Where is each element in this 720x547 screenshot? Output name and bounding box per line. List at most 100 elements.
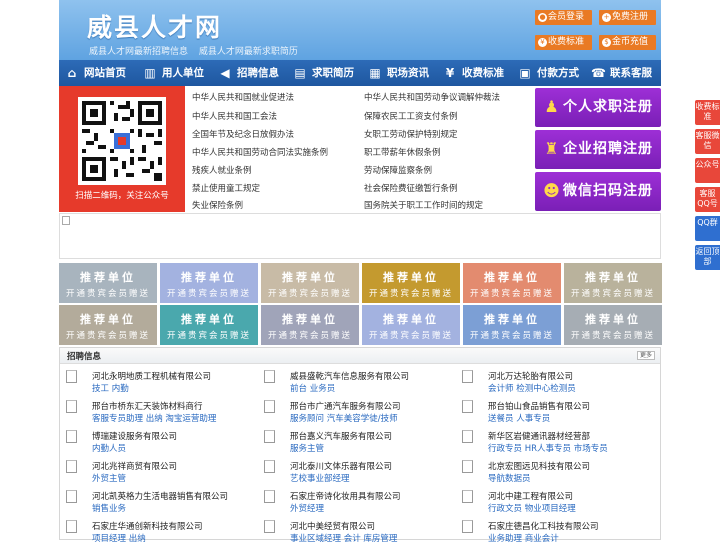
company-name-link[interactable]: 河北万达轮胎有限公司 — [488, 370, 573, 382]
company-logo-placeholder[interactable] — [66, 400, 77, 413]
recommend-tile[interactable]: 推荐单位 开通贵宾会员赠送 — [59, 305, 157, 345]
latest-resumes-link[interactable]: 威县人才网最新求职简历 — [199, 47, 298, 57]
job-positions-link[interactable]: 服务主管 — [290, 442, 324, 454]
job-positions-link[interactable]: 销售业务 — [92, 502, 126, 514]
recommend-tile[interactable]: 推荐单位 开通贵宾会员赠送 — [362, 263, 460, 303]
job-positions-link[interactable]: 会计师 检测中心检测员 — [488, 382, 576, 394]
company-name-link[interactable]: 河北兆祥商贸有限公司 — [92, 460, 177, 472]
company-name-link[interactable]: 河北中建工程有限公司 — [488, 490, 573, 502]
company-logo-placeholder[interactable] — [462, 400, 473, 413]
company-logo-placeholder[interactable] — [264, 520, 275, 533]
jobseeker-register-button[interactable]: ♟ 个人求职注册 — [535, 88, 661, 127]
free-register-button[interactable]: + 免费注册 — [599, 10, 656, 25]
law-link[interactable]: 国务院关于职工工作时间的规定 — [364, 199, 483, 211]
law-link[interactable]: 中华人民共和国就业促进法 — [192, 91, 294, 103]
recommend-tile[interactable]: 推荐单位 开通贵宾会员赠送 — [463, 305, 561, 345]
company-logo-placeholder[interactable] — [462, 490, 473, 503]
recommend-tile[interactable]: 推荐单位 开通贵宾会员赠送 — [160, 305, 258, 345]
nav-home[interactable]: ⌂ 网站首页 — [63, 60, 126, 86]
company-name-link[interactable]: 石家庄德昌化工科技有限公司 — [488, 520, 599, 532]
recommend-tile[interactable]: 推荐单位 开通贵宾会员赠送 — [160, 263, 258, 303]
law-link[interactable]: 中华人民共和国工会法 — [192, 110, 277, 122]
recommend-tile[interactable]: 推荐单位 开通贵宾会员赠送 — [261, 263, 359, 303]
company-logo-placeholder[interactable] — [264, 430, 275, 443]
company-logo-placeholder[interactable] — [264, 490, 275, 503]
nav-resumes[interactable]: ▤ 求职简历 — [291, 60, 354, 86]
company-name-link[interactable]: 新华区岩健通讯器材经营部 — [488, 430, 590, 442]
member-login-button[interactable]: ● 会员登录 — [535, 10, 592, 25]
company-logo-placeholder[interactable] — [264, 400, 275, 413]
law-link[interactable]: 女职工劳动保护特别规定 — [364, 128, 458, 140]
recommend-tile[interactable]: 推荐单位 开通贵宾会员赠送 — [261, 305, 359, 345]
job-positions-link[interactable]: 内勤人员 — [92, 442, 126, 454]
company-logo-placeholder[interactable] — [66, 370, 77, 383]
job-positions-link[interactable]: 客服专员助理 出纳 淘宝运营助理 — [92, 412, 216, 424]
company-name-link[interactable]: 邢台嘉义汽车服务有限公司 — [290, 430, 392, 442]
company-logo-placeholder[interactable] — [66, 460, 77, 473]
sidebar-service-wechat[interactable]: 客服微信 — [695, 129, 720, 154]
company-name-link[interactable]: 河北永明地质工程机械有限公司 — [92, 370, 211, 382]
nav-contact[interactable]: ☎ 联系客服 — [589, 60, 652, 86]
company-logo-placeholder[interactable] — [462, 520, 473, 533]
recommend-tile[interactable]: 推荐单位 开通贵宾会员赠送 — [564, 263, 662, 303]
job-positions-link[interactable]: 前台 业务员 — [290, 382, 335, 394]
latest-jobs-link[interactable]: 威县人才网最新招聘信息 — [89, 47, 188, 57]
law-link[interactable]: 中华人民共和国劳动合同法实施条例 — [192, 146, 328, 158]
company-name-link[interactable]: 河北泰川文体乐器有限公司 — [290, 460, 392, 472]
company-logo-placeholder[interactable] — [462, 430, 473, 443]
company-name-link[interactable]: 邢台铂山食品销售有限公司 — [488, 400, 590, 412]
job-positions-link[interactable]: 技工 内勤 — [92, 382, 129, 394]
law-link[interactable]: 职工带薪年休假条例 — [364, 146, 441, 158]
sidebar-fees[interactable]: 收费标准 — [695, 100, 720, 125]
company-name-link[interactable]: 河北中美经贸有限公司 — [290, 520, 375, 532]
law-link[interactable]: 禁止使用童工规定 — [192, 182, 260, 194]
sidebar-official-account[interactable]: 公众号 — [695, 158, 720, 183]
company-name-link[interactable]: 石家庄华通创新科技有限公司 — [92, 520, 203, 532]
company-name-link[interactable]: 河北凯英格力生活电器销售有限公司 — [92, 490, 228, 502]
wechat-register-button[interactable]: ☻ 微信扫码注册 — [535, 172, 661, 211]
sidebar-service-qq[interactable]: 客服QQ号 — [695, 187, 720, 212]
employer-register-button[interactable]: ♜ 企业招聘注册 — [535, 130, 661, 169]
nav-payment[interactable]: ▣ 付款方式 — [516, 60, 579, 86]
law-link[interactable]: 残疾人就业条例 — [192, 164, 252, 176]
recommend-tile[interactable]: 推荐单位 开通贵宾会员赠送 — [564, 305, 662, 345]
company-name-link[interactable]: 石家庄帝诗化妆用具有限公司 — [290, 490, 401, 502]
job-positions-link[interactable]: 服务顾问 汽车美容学徒/技师 — [290, 412, 398, 424]
more-button[interactable]: 更多 — [637, 351, 655, 360]
fee-standard-button[interactable]: ¥ 收费标准 — [535, 35, 592, 50]
company-name-link[interactable]: 邢台市广通汽车服务有限公司 — [290, 400, 401, 412]
company-logo-placeholder[interactable] — [264, 460, 275, 473]
recommend-tile[interactable]: 推荐单位 开通贵宾会员赠送 — [463, 263, 561, 303]
job-positions-link[interactable]: 外贸主管 — [92, 472, 126, 484]
job-positions-link[interactable]: 送餐员 人事专员 — [488, 412, 550, 424]
nav-fees[interactable]: ¥ 收费标准 — [441, 60, 504, 86]
job-positions-link[interactable]: 艺校事业部经理 — [290, 472, 350, 484]
job-positions-link[interactable]: 导航数据员 — [488, 472, 531, 484]
company-logo-placeholder[interactable] — [462, 370, 473, 383]
law-link[interactable]: 中华人民共和国劳动争议调解仲裁法 — [364, 91, 500, 103]
recommend-tile[interactable]: 推荐单位 开通贵宾会员赠送 — [59, 263, 157, 303]
company-logo-placeholder[interactable] — [66, 520, 77, 533]
law-link[interactable]: 全国年节及纪念日放假办法 — [192, 128, 294, 140]
company-name-link[interactable]: 威县盛乾汽车信息服务有限公司 — [290, 370, 409, 382]
job-positions-link[interactable]: 业务助理 商业会计 — [488, 532, 559, 544]
job-positions-link[interactable]: 行政专员 HR人事专员 市场专员 — [488, 442, 608, 454]
site-title[interactable]: 威县人才网 — [87, 8, 222, 44]
sidebar-qq-group[interactable]: QQ群 — [695, 216, 720, 241]
nav-employers[interactable]: ▥ 用人单位 — [141, 60, 204, 86]
nav-news[interactable]: ▦ 职场资讯 — [366, 60, 429, 86]
law-link[interactable]: 劳动保障监察条例 — [364, 164, 432, 176]
company-logo-placeholder[interactable] — [66, 490, 77, 503]
company-logo-placeholder[interactable] — [66, 430, 77, 443]
law-link[interactable]: 失业保险条例 — [192, 199, 243, 211]
company-logo-placeholder[interactable] — [264, 370, 275, 383]
job-positions-link[interactable]: 外贸经理 — [290, 502, 324, 514]
company-name-link[interactable]: 北京宏图远见科技有限公司 — [488, 460, 590, 472]
job-positions-link[interactable]: 行政文员 物业项目经理 — [488, 502, 576, 514]
coin-recharge-button[interactable]: $ 金币充值 — [599, 35, 656, 50]
recommend-tile[interactable]: 推荐单位 开通贵宾会员赠送 — [362, 305, 460, 345]
law-link[interactable]: 社会保险费征缴暂行条例 — [364, 182, 458, 194]
company-name-link[interactable]: 邢台市桥东汇天装饰材料商行 — [92, 400, 203, 412]
job-positions-link[interactable]: 事业区域经理 会计 库房管理 — [290, 532, 397, 544]
company-name-link[interactable]: 博瑞建设服务有限公司 — [92, 430, 177, 442]
